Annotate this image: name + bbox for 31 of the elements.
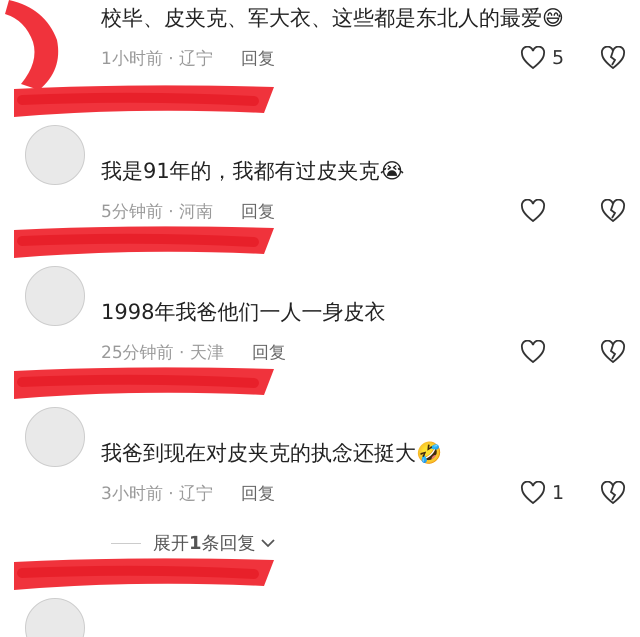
comment-time: 3小时前 · 辽宁 <box>101 482 214 504</box>
dislike-button[interactable] <box>600 46 626 70</box>
reply-button[interactable]: 回复 <box>252 340 286 364</box>
like-count: 5 <box>552 47 564 69</box>
dislike-button[interactable] <box>600 481 626 505</box>
dislike-button[interactable] <box>600 199 626 223</box>
comment-time: 5分钟前 · 河南 <box>101 200 214 222</box>
like-button[interactable] <box>520 46 546 70</box>
reply-button[interactable]: 回复 <box>241 200 276 222</box>
reply-button[interactable]: 回复 <box>241 46 276 70</box>
dislike-button[interactable] <box>600 340 626 364</box>
comment-text: 我是91年的，我都有过皮夹克😭 <box>101 159 404 183</box>
comment-text: 1998年我爸他们一人一身皮衣 <box>101 300 386 324</box>
comment-time: 25分钟前 · 天津 <box>101 342 224 364</box>
comment-text: 校毕、皮夹克、军大衣、这些都是东北人的最爱😅 <box>101 6 564 30</box>
broken-heart-icon <box>600 481 626 505</box>
broken-heart-icon <box>600 46 626 70</box>
comment-time: 1小时前 · 辽宁 <box>101 48 214 70</box>
like-button[interactable] <box>520 340 546 364</box>
heart-icon <box>520 199 546 223</box>
heart-icon <box>520 340 546 364</box>
broken-heart-icon <box>600 340 626 364</box>
expand-replies-button[interactable]: 展开1条回复 <box>153 531 276 555</box>
like-button[interactable] <box>520 481 546 505</box>
like-button[interactable] <box>520 199 546 223</box>
heart-icon <box>520 481 546 505</box>
comment-text: 我爸到现在对皮夹克的执念还挺大🤣 <box>101 441 442 465</box>
heart-icon <box>520 46 546 70</box>
reply-button[interactable]: 回复 <box>241 482 276 504</box>
like-count: 1 <box>552 482 564 504</box>
broken-heart-icon <box>600 199 626 223</box>
